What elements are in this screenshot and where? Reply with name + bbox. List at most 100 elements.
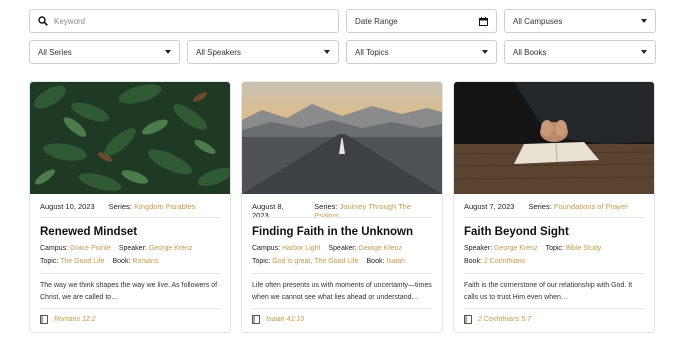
divider xyxy=(40,308,220,309)
speaker-topic-row: Speaker: George Krenz Topic: Bible Study xyxy=(464,245,648,252)
topic-link[interactable]: The Good Life xyxy=(60,258,104,265)
speaker-link[interactable]: George Krenz xyxy=(358,245,402,252)
divider xyxy=(464,217,644,218)
divider xyxy=(40,217,220,218)
bible-icon xyxy=(252,315,260,324)
sermon-title[interactable]: Faith Beyond Sight xyxy=(464,226,646,238)
bible-icon xyxy=(464,315,472,324)
sermon-thumbnail-road[interactable] xyxy=(242,82,442,194)
chevron-down-icon xyxy=(324,50,330,54)
speaker-info: Speaker: George Krenz xyxy=(119,245,193,252)
divider xyxy=(252,217,432,218)
books-select[interactable]: All Books xyxy=(504,40,656,64)
topic-link[interactable]: God is great, The Good Life xyxy=(272,258,358,265)
book-info: Book: 2 Corinthians xyxy=(464,258,525,265)
topic-label: Topic: xyxy=(252,258,271,265)
series-label: Series: xyxy=(108,202,132,211)
topic-label: Topic: xyxy=(40,258,59,265)
scripture-reference[interactable]: 2 Corinthians 5:7 xyxy=(464,315,531,324)
campus-link[interactable]: Harbor Light xyxy=(282,245,321,252)
calendar-icon xyxy=(479,16,488,26)
card-meta: August 7, 2023 Series: Foundations of Pr… xyxy=(464,202,644,211)
chevron-down-icon xyxy=(482,50,488,54)
speaker-label: Speaker: xyxy=(118,245,147,252)
scripture-reference[interactable]: Isaiah 41:10 xyxy=(252,315,304,324)
speaker-label: Speaker: xyxy=(328,245,357,252)
chevron-down-icon xyxy=(641,19,647,23)
topic-info: Topic: The Good Life xyxy=(40,258,105,265)
sermon-excerpt: The way we think shapes the way we live.… xyxy=(40,282,218,301)
speaker-label: Speaker: xyxy=(464,245,493,252)
topic-book-row: Topic: The Good Life Book: Romans xyxy=(40,258,224,265)
campus-info: Campus: Grace Pointe xyxy=(40,245,111,252)
scripture-text: 2 Corinthians 5:7 xyxy=(478,316,531,323)
series-link[interactable]: Foundations of Prayer xyxy=(554,202,628,211)
book-label: Book: xyxy=(112,258,131,265)
topics-select[interactable]: All Topics xyxy=(346,40,497,64)
card-meta: August 10, 2023 Series: Kingdom Parables xyxy=(40,202,220,211)
sermon-thumbnail-praying-hands[interactable] xyxy=(454,82,654,194)
book-label: Book: xyxy=(366,258,385,265)
campus-speaker-row: Campus: Grace Pointe Speaker: George Kre… xyxy=(40,245,224,252)
campus-label: Campus: xyxy=(252,245,281,252)
date-range-field[interactable]: Date Range xyxy=(346,9,497,33)
topic-book-row: Topic: God is great, The Good Life Book:… xyxy=(252,258,436,265)
divider xyxy=(464,273,644,274)
books-select-value: All Books xyxy=(513,47,547,57)
sermon-title[interactable]: Renewed Mindset xyxy=(40,226,222,238)
series-select-value: All Series xyxy=(38,47,72,57)
campus-link[interactable]: Grace Pointe xyxy=(70,245,111,252)
keyword-search-field[interactable]: Keyword xyxy=(29,9,339,33)
series-link[interactable]: Kingdom Parables xyxy=(134,202,195,211)
topic-info: Topic: Bible Study xyxy=(546,245,602,252)
keyword-placeholder: Keyword xyxy=(54,16,86,26)
book-info: Book: Romans xyxy=(113,258,159,265)
sermon-date: August 10, 2023 xyxy=(40,202,95,211)
speaker-link[interactable]: George Krenz xyxy=(494,245,538,252)
topics-select-value: All Topics xyxy=(355,47,389,57)
scripture-reference[interactable]: Romans 12:2 xyxy=(40,315,96,324)
series-label: Series: xyxy=(528,202,552,211)
divider xyxy=(252,273,432,274)
book-info: Book: Isaiah xyxy=(367,258,406,265)
topic-link[interactable]: Bible Study xyxy=(566,245,601,252)
date-range-label: Date Range xyxy=(355,16,398,26)
campuses-select[interactable]: All Campuses xyxy=(504,9,656,33)
book-label: Book: xyxy=(464,258,482,265)
speakers-select[interactable]: All Speakers xyxy=(187,40,339,64)
sermon-card[interactable]: August 7, 2023 Series: Foundations of Pr… xyxy=(453,81,655,333)
sermon-excerpt: Life often presents us with moments of u… xyxy=(252,282,432,301)
campus-info: Campus: Harbor Light xyxy=(252,245,321,252)
book-link[interactable]: Romans xyxy=(132,258,158,265)
topic-label: Topic: xyxy=(545,245,564,252)
chevron-down-icon xyxy=(165,50,171,54)
sermon-card[interactable]: August 10, 2023 Series: Kingdom Parables… xyxy=(29,81,231,333)
speakers-select-value: All Speakers xyxy=(196,47,241,57)
sermon-excerpt: Faith is the cornerstone of our relation… xyxy=(464,282,633,301)
sermon-card[interactable]: August 8, 2023 Series: Journey Through T… xyxy=(241,81,443,333)
scripture-text: Isaiah 41:10 xyxy=(266,316,305,323)
series-info: Series: Foundations of Prayer xyxy=(528,202,627,211)
book-link[interactable]: Isaiah xyxy=(386,258,405,265)
series-label: Series: xyxy=(314,202,338,211)
divider xyxy=(40,273,220,274)
sermon-title[interactable]: Finding Faith in the Unknown xyxy=(252,226,434,238)
speaker-link[interactable]: George Krenz xyxy=(149,245,193,252)
topic-info: Topic: God is great, The Good Life xyxy=(252,258,359,265)
bible-icon xyxy=(40,315,48,324)
book-link[interactable]: 2 Corinthians xyxy=(484,258,525,265)
series-info: Series: Kingdom Parables xyxy=(109,202,196,211)
campus-label: Campus: xyxy=(40,245,69,252)
chevron-down-icon xyxy=(641,50,647,54)
speaker-info: Speaker: George Krenz xyxy=(464,245,538,252)
series-select[interactable]: All Series xyxy=(29,40,180,64)
divider xyxy=(464,308,644,309)
scripture-text: Romans 12:2 xyxy=(54,316,96,323)
book-row: Book: 2 Corinthians xyxy=(464,258,648,265)
campuses-select-value: All Campuses xyxy=(513,16,563,26)
divider xyxy=(252,308,432,309)
campus-speaker-row: Campus: Harbor Light Speaker: George Kre… xyxy=(252,245,436,252)
sermon-thumbnail-foliage[interactable] xyxy=(30,82,230,194)
sermon-date: August 7, 2023 xyxy=(464,202,515,211)
search-icon xyxy=(38,16,48,26)
